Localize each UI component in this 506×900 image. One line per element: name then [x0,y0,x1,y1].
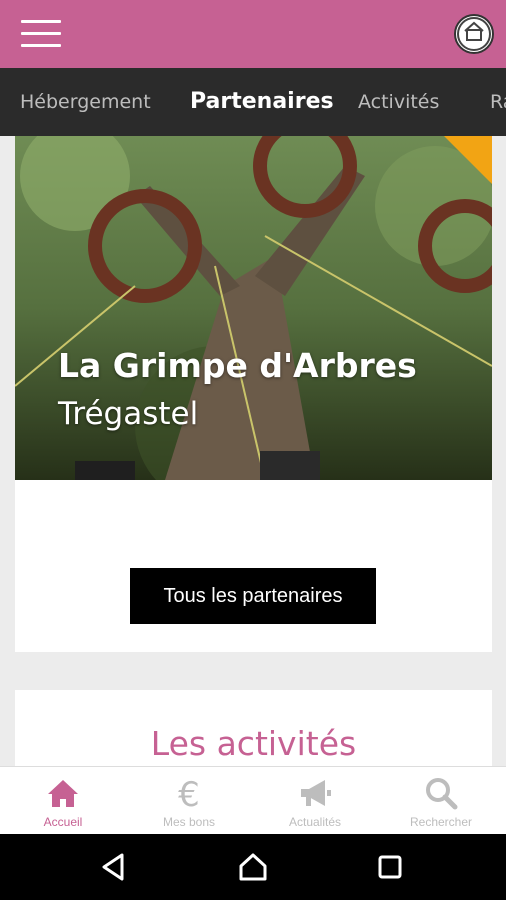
brand-logo[interactable] [454,14,494,54]
app-header [0,0,506,68]
nav-label: Accueil [43,815,83,829]
partner-card[interactable]: La Grimpe d'Arbres Trégastel [15,136,492,480]
search-icon [426,778,458,810]
tab-partial[interactable]: Ra [490,68,506,136]
tab-hebergement[interactable]: Hébergement [20,68,151,136]
partner-title: La Grimpe d'Arbres [58,346,417,385]
back-icon[interactable] [98,851,130,883]
euro-icon: € [178,775,200,811]
menu-icon[interactable] [21,20,61,48]
tab-activites[interactable]: Activités [358,68,439,136]
bottom-navigation: Accueil € Mes bons Actualités Rechercher [0,766,506,835]
system-navigation-bar [0,834,506,900]
corner-badge [444,136,492,184]
partner-location: Trégastel [58,396,199,432]
nav-actualites[interactable]: Actualités [252,767,378,835]
home-icon[interactable] [237,851,269,883]
nav-mes-bons[interactable]: € Mes bons [126,767,252,835]
svg-text:€: € [178,775,200,811]
category-tabs: Hébergement Partenaires Activités Ra [0,68,506,136]
activities-card: Les activités [15,690,492,770]
activities-title: Les activités [150,724,357,763]
nav-rechercher[interactable]: Rechercher [378,767,504,835]
all-partners-button[interactable]: Tous les partenaires [130,568,376,624]
nav-label: Mes bons [162,815,216,829]
partners-card: Tous les partenaires [15,480,492,652]
tab-partenaires[interactable]: Partenaires [190,68,334,136]
megaphone-icon [301,780,331,806]
home-icon [48,780,78,807]
nav-accueil[interactable]: Accueil [0,767,126,835]
nav-label: Actualités [288,815,342,829]
recents-icon[interactable] [374,851,406,883]
nav-label: Rechercher [409,815,473,829]
